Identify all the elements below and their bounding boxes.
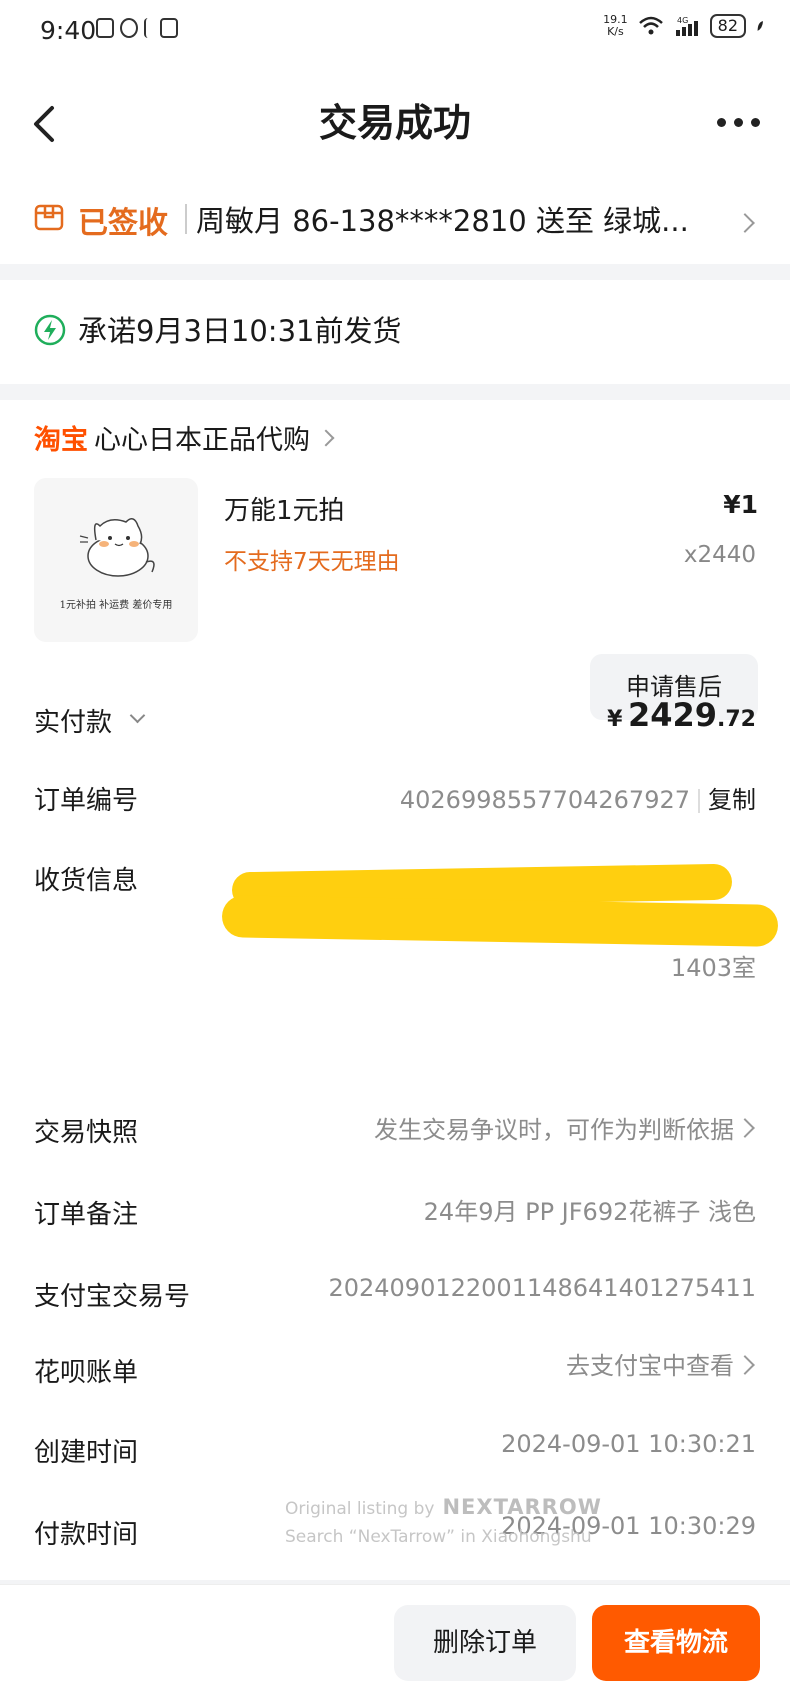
redaction-mark <box>221 895 779 947</box>
snapshot-label: 交易快照 <box>34 1118 139 1148</box>
alipay-label: 支付宝交易号 <box>34 1282 191 1312</box>
shop-name: 心心日本正品代购 <box>94 425 310 456</box>
shop-link[interactable]: 淘宝 心心日本正品代购 <box>34 418 335 457</box>
product-title[interactable]: 万能1元拍 <box>224 490 345 527</box>
watermark-brand: NEXTARROW <box>442 1495 602 1519</box>
view-logistics-button[interactable]: 查看物流 <box>592 1605 760 1681</box>
wifi-icon <box>638 16 663 35</box>
alarm-icon <box>120 18 138 38</box>
divider <box>698 789 700 813</box>
alipay-value: 2024090122001148641401275411 <box>328 1274 756 1302</box>
page-title: 交易成功 <box>318 101 471 145</box>
delete-order-button[interactable]: 删除订单 <box>394 1605 576 1681</box>
chevron-right-icon <box>735 1355 755 1375</box>
alipay-row: 支付宝交易号 2024090122001148641401275411 <box>0 1264 790 1324</box>
paid-currency: ¥ <box>607 707 623 732</box>
chevron-right-icon <box>317 429 335 446</box>
huabei-row[interactable]: 花呗账单 去支付宝中查看 <box>0 1340 790 1400</box>
snapshot-value: 发生交易争议时，可作为判断依据 <box>374 1116 734 1144</box>
huabei-value: 去支付宝中查看 <box>566 1352 734 1380</box>
created-time-value: 2024-09-01 10:30:21 <box>501 1430 756 1458</box>
remark-label: 订单备注 <box>34 1200 139 1230</box>
bluetooth-icon <box>144 18 154 38</box>
snapshot-row[interactable]: 交易快照 发生交易争议时，可作为判断依据 <box>0 1100 790 1160</box>
promise-text: 承诺9月3日10:31前发货 <box>78 314 402 348</box>
paid-amount: ¥ 2429.72 <box>607 696 756 734</box>
paid-decimal: .72 <box>717 707 756 732</box>
remark-value: 24年9月 PP JF692花裤子 浅色 <box>423 1198 756 1226</box>
shipping-promise: 承诺9月3日10:31前发货 <box>0 280 790 384</box>
copy-button[interactable]: 复制 <box>708 786 756 814</box>
nfc-icon <box>96 18 114 38</box>
huabei-label: 花呗账单 <box>34 1358 139 1388</box>
order-number-value-group: 4026998557704267927 复制 <box>400 780 756 815</box>
paid-amount-row[interactable]: 实付款 ¥ 2429.72 <box>0 690 790 750</box>
package-icon <box>34 204 64 231</box>
product-quantity: x2440 <box>683 542 756 568</box>
order-number-row: 订单编号 4026998557704267927 复制 <box>0 768 790 828</box>
status-bar: 9:40 19.1 K/s 4G 82 <box>0 0 790 64</box>
return-policy-tag: 不支持7天无理由 <box>224 549 400 575</box>
net-speed-unit: K/s <box>607 25 624 38</box>
chevron-right-icon <box>735 1118 755 1138</box>
paid-time-label: 付款时间 <box>34 1520 139 1550</box>
signal-icon: 4G <box>675 16 698 36</box>
lightning-icon <box>34 314 66 346</box>
vibrate-icon <box>160 18 178 38</box>
delivery-address-bar[interactable]: 已签收 周敏月 86-138****2810 送至 绿城... <box>0 180 790 264</box>
order-card: 淘宝 心心日本正品代购 1元补拍 补运费 差价专用 万能1元拍 不支持7天无理由… <box>0 400 790 1580</box>
shipping-info-row: 收货信息 1403室 <box>0 848 790 988</box>
shipping-info-label: 收货信息 <box>34 866 139 896</box>
shipping-info-tail: 1403室 <box>670 954 756 982</box>
leaf-icon <box>757 21 763 31</box>
created-time-label: 创建时间 <box>34 1438 139 1468</box>
chevron-right-icon <box>735 213 755 233</box>
order-number-label: 订单编号 <box>34 786 139 816</box>
paid-label: 实付款 <box>34 708 113 738</box>
notification-icons <box>96 18 178 38</box>
created-time-row: 创建时间 2024-09-01 10:30:21 <box>0 1420 790 1480</box>
taobao-logo: 淘宝 <box>34 425 88 456</box>
nav-bar: 交易成功 <box>0 64 790 180</box>
battery-indicator: 82 <box>709 14 746 38</box>
more-icon[interactable] <box>717 118 760 127</box>
watermark-line2: Search “NexTarrow” in Xiaohongshu <box>285 1527 592 1547</box>
product-price: ¥1 <box>723 490 758 519</box>
delivery-status: 已签收 <box>78 206 168 241</box>
paid-integer: 2429 <box>627 696 718 734</box>
order-number-value: 4026998557704267927 <box>399 786 690 814</box>
watermark-line1: Original listing by <box>285 1499 435 1519</box>
product-thumbnail[interactable]: 1元补拍 补运费 差价专用 <box>34 478 198 642</box>
recipient-info: 周敏月 86-138****2810 送至 绿城... <box>196 204 689 238</box>
net-speed: 19.1 K/s <box>603 14 628 38</box>
network-type: 4G <box>677 16 688 25</box>
cat-illustration <box>79 518 155 577</box>
watermark: Original listing by NEXTARROW Search “Nex… <box>285 1493 602 1551</box>
chevron-down-icon <box>129 707 146 724</box>
divider <box>185 204 187 234</box>
remark-row: 订单备注 24年9月 PP JF692花裤子 浅色 <box>0 1182 790 1242</box>
status-right: 19.1 K/s 4G 82 <box>603 14 770 38</box>
status-time: 9:40 <box>40 16 97 45</box>
bottom-action-bar: 删除订单 查看物流 <box>0 1584 790 1708</box>
thumbnail-caption: 1元补拍 补运费 差价专用 <box>59 600 173 611</box>
